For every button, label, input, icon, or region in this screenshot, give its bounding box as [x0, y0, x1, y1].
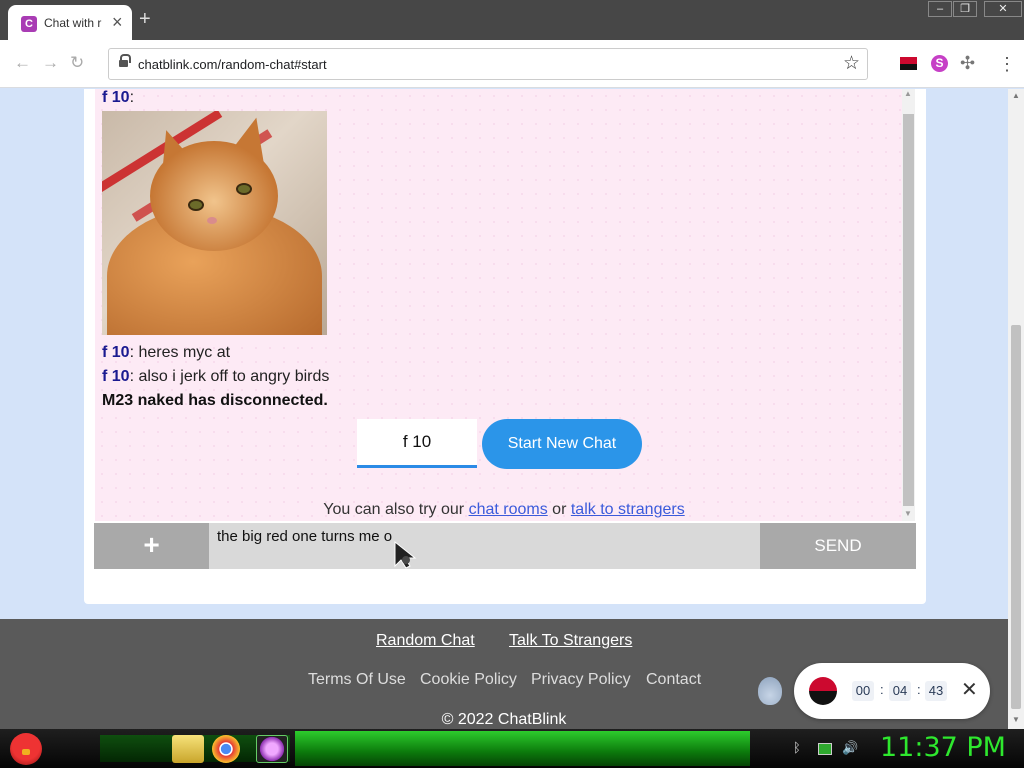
- footer-cookie-link[interactable]: Cookie Policy: [420, 671, 517, 689]
- address-bar-url[interactable]: chatblink.com/random-chat#start: [138, 57, 327, 72]
- browser-titlebar: C Chat with r × + – ❐ ✕: [0, 0, 1024, 40]
- timer-minutes: 04: [889, 681, 911, 701]
- taskbar-clock[interactable]: 11:37 PM: [880, 732, 1006, 763]
- page-scroll-down-icon[interactable]: ▼: [1012, 715, 1020, 724]
- footer-talk-to-strangers-link[interactable]: Talk To Strangers: [509, 632, 632, 650]
- footer-contact-link[interactable]: Contact: [646, 671, 701, 689]
- network-tray-icon[interactable]: [818, 743, 832, 755]
- close-window-icon[interactable]: ✕: [984, 1, 1022, 17]
- sender-name: f 10: [102, 89, 130, 106]
- volume-tray-icon[interactable]: 🔊: [842, 740, 858, 756]
- chrome-taskbar-icon[interactable]: [212, 735, 240, 763]
- chat-message: f 10: also i jerk off to angry birds: [102, 368, 329, 386]
- browser-tab[interactable]: C Chat with r ×: [8, 5, 132, 40]
- bookmark-star-icon[interactable]: ☆: [843, 52, 860, 75]
- send-button[interactable]: SEND: [760, 523, 916, 569]
- extensions-puzzle-icon[interactable]: ✣: [960, 53, 975, 74]
- chat-scroll-thumb[interactable]: [903, 114, 914, 506]
- scroll-up-icon[interactable]: ▲: [904, 89, 912, 98]
- message-text: : heres myc at: [129, 344, 231, 361]
- chat-timer-widget: 00 : 04 : 43 ✕: [794, 663, 990, 719]
- close-timer-icon[interactable]: ✕: [961, 679, 978, 701]
- footer-privacy-link[interactable]: Privacy Policy: [531, 671, 631, 689]
- reload-icon[interactable]: ↻: [70, 53, 84, 73]
- timer-seconds: 43: [925, 681, 947, 701]
- talk-to-strangers-link[interactable]: talk to strangers: [571, 501, 685, 518]
- address-bar[interactable]: chatblink.com/random-chat#start ☆: [108, 48, 868, 80]
- message-text: :: [129, 89, 135, 106]
- tab-title: Chat with r: [44, 16, 102, 30]
- shared-cat-image[interactable]: [102, 111, 327, 335]
- chat-message: f 10: heres myc at: [102, 344, 230, 362]
- disconnect-notice: M23 naked has disconnected.: [102, 392, 328, 409]
- mouse-cursor-icon: [394, 540, 417, 569]
- message-text: : also i jerk off to angry birds: [129, 368, 330, 385]
- also-try-text: You can also try our chat rooms or talk …: [323, 501, 685, 518]
- add-attachment-button[interactable]: +: [94, 523, 209, 569]
- os-taskbar: ᛒ 🔊 11:37 PM: [0, 729, 1024, 768]
- message-composer: + the big red one turns me o SEND: [94, 523, 916, 569]
- back-icon[interactable]: ←: [14, 53, 31, 73]
- start-new-chat-button[interactable]: Start New Chat: [482, 419, 642, 469]
- browser-menu-icon[interactable]: ⋮: [998, 55, 1016, 73]
- footer-random-chat-link[interactable]: Random Chat: [376, 632, 475, 650]
- angola-flag-icon: [809, 677, 837, 705]
- sender-name: f 10: [102, 368, 130, 385]
- restore-icon[interactable]: ❐: [953, 1, 977, 17]
- new-tab-icon[interactable]: +: [139, 8, 151, 30]
- chat-rooms-link[interactable]: chat rooms: [469, 501, 548, 518]
- chatblink-favicon-icon: C: [21, 16, 37, 32]
- browser-toolbar: ← → ↻ chatblink.com/random-chat#start ☆: [0, 40, 1024, 88]
- flame-icon[interactable]: [758, 677, 782, 705]
- page-scroll-thumb[interactable]: [1011, 325, 1021, 709]
- chat-scrollbar[interactable]: ▲ ▼: [902, 89, 915, 521]
- angola-flag-extension-icon[interactable]: [900, 57, 917, 70]
- lock-icon: [119, 54, 131, 69]
- file-explorer-icon[interactable]: [172, 735, 204, 763]
- sender-name: f 10: [102, 344, 130, 361]
- start-button-angry-bird-icon[interactable]: [10, 733, 42, 765]
- stranger-label: f 10: [357, 419, 477, 468]
- page-scrollbar[interactable]: ▲ ▼: [1008, 89, 1024, 729]
- bluetooth-tray-icon[interactable]: ᛒ: [793, 740, 801, 755]
- message-input[interactable]: the big red one turns me o: [209, 523, 760, 569]
- s-extension-icon[interactable]: S: [931, 55, 948, 72]
- timer-hours: 00: [852, 681, 874, 701]
- active-app-taskbar-icon[interactable]: [256, 735, 288, 763]
- chat-message: f 10:: [102, 89, 134, 107]
- footer-terms-link[interactable]: Terms Of Use: [308, 671, 406, 689]
- page-scroll-up-icon[interactable]: ▲: [1012, 91, 1020, 100]
- forward-icon[interactable]: →: [42, 53, 59, 73]
- page-viewport: f 10: f 10: heres myc at f 10: also i je…: [0, 89, 1008, 729]
- tab-close-icon[interactable]: ×: [112, 13, 123, 31]
- minimize-icon[interactable]: –: [928, 1, 952, 17]
